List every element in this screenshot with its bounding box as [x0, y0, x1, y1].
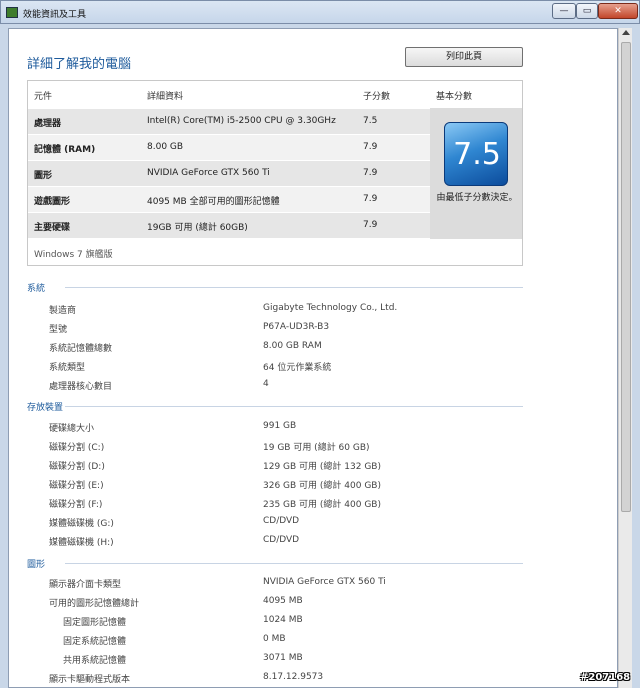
row-score: 7.9 — [363, 142, 378, 152]
section-title-graphics: 圖形 — [27, 560, 46, 570]
app-icon — [6, 7, 18, 18]
system-label: 系統記憶體總數 — [49, 344, 113, 354]
minimize-button[interactable]: — — [552, 3, 576, 19]
scrollbar-thumb[interactable] — [621, 42, 631, 512]
graphics-value: 3071 MB — [263, 653, 303, 663]
storage-label: 媒體磁碟機 (G:) — [49, 519, 114, 529]
row-component: 主要硬碟 — [34, 223, 71, 233]
graphics-label: 共用系統記憶體 — [63, 656, 127, 666]
storage-value: 235 GB 可用 (總計 400 GB) — [263, 500, 381, 510]
section-divider — [65, 287, 523, 288]
storage-value: 19 GB 可用 (總計 60 GB) — [263, 443, 370, 453]
storage-value: CD/DVD — [263, 516, 300, 526]
storage-label: 媒體磁碟機 (H:) — [49, 538, 114, 548]
row-component: 處理器 — [34, 119, 62, 129]
graphics-value: 8.17.12.9573 — [263, 672, 324, 682]
storage-label: 硬碟總大小 — [49, 424, 95, 434]
row-score: 7.9 — [363, 220, 378, 230]
base-score-note: 由最低子分數決定。 — [436, 193, 518, 203]
row-score: 7.9 — [363, 194, 378, 204]
rating-row: 記憶體 (RAM) 8.00 GB 7.9 — [28, 134, 430, 160]
header-subscore: 子分數 — [363, 92, 391, 102]
graphics-label: 顯示器介面卡類型 — [49, 580, 122, 590]
section-title-system: 系統 — [27, 284, 46, 294]
graphics-label: 固定系統記憶體 — [63, 637, 127, 647]
system-label: 系統類型 — [49, 363, 86, 373]
window-frame: 詳細了解我的電腦 列印此頁 元件 詳細資料 子分數 基本分數 處理器 Intel… — [0, 24, 640, 688]
storage-label: 磁碟分割 (E:) — [49, 481, 104, 491]
section-divider — [65, 406, 523, 407]
storage-label: 磁碟分割 (C:) — [49, 443, 105, 453]
page-title: 詳細了解我的電腦 — [27, 57, 132, 72]
base-score-value: 7.5 — [453, 137, 501, 172]
storage-value: 129 GB 可用 (總計 132 GB) — [263, 462, 381, 472]
system-label: 型號 — [49, 325, 68, 335]
print-button[interactable]: 列印此頁 — [405, 47, 523, 67]
row-component: 圖形 — [34, 171, 53, 181]
row-detail: NVIDIA GeForce GTX 560 Ti — [147, 168, 270, 178]
content-area: 詳細了解我的電腦 列印此頁 元件 詳細資料 子分數 基本分數 處理器 Intel… — [8, 28, 618, 688]
graphics-label: 顯示卡驅動程式版本 — [49, 675, 131, 685]
system-label: 製造商 — [49, 306, 77, 316]
graphics-value: 4095 MB — [263, 596, 303, 606]
close-button[interactable]: ✕ — [598, 3, 638, 19]
row-score: 7.9 — [363, 168, 378, 178]
rating-table: 元件 詳細資料 子分數 基本分數 處理器 Intel(R) Core(TM) i… — [27, 80, 523, 266]
section-title-storage: 存放裝置 — [27, 403, 64, 413]
vertical-scrollbar[interactable] — [618, 28, 632, 688]
row-score: 7.5 — [363, 116, 378, 126]
graphics-label: 固定圖形記憶體 — [63, 618, 127, 628]
section-divider — [65, 563, 523, 564]
window-titlebar: 效能資訊及工具 — ▭ ✕ — [0, 0, 640, 24]
graphics-label: 可用的圖形記憶體總計 — [49, 599, 140, 609]
storage-label: 磁碟分割 (F:) — [49, 500, 103, 510]
storage-value: 991 GB — [263, 421, 297, 431]
maximize-button[interactable]: ▭ — [576, 3, 598, 19]
storage-value: CD/DVD — [263, 535, 300, 545]
rating-row: 處理器 Intel(R) Core(TM) i5-2500 CPU @ 3.30… — [28, 108, 430, 134]
watermark: #207168 — [580, 672, 631, 683]
header-detail: 詳細資料 — [147, 92, 184, 102]
row-component: 記憶體 (RAM) — [34, 145, 96, 155]
row-detail: 8.00 GB — [147, 142, 184, 152]
system-value: 8.00 GB RAM — [263, 341, 322, 351]
system-value: P67A-UD3R-B3 — [263, 322, 330, 332]
system-value: 64 位元作業系統 — [263, 363, 332, 373]
rating-row: 主要硬碟 19GB 可用 (總計 60GB) 7.9 — [28, 212, 430, 238]
row-component: 遊戲圖形 — [34, 197, 71, 207]
system-value: Gigabyte Technology Co., Ltd. — [263, 303, 398, 313]
row-detail: 4095 MB 全部可用的圖形記憶體 — [147, 197, 280, 207]
row-detail: 19GB 可用 (總計 60GB) — [147, 223, 248, 233]
storage-value: 326 GB 可用 (總計 400 GB) — [263, 481, 381, 491]
storage-label: 磁碟分割 (D:) — [49, 462, 105, 472]
graphics-value: NVIDIA GeForce GTX 560 Ti — [263, 577, 386, 587]
system-value: 4 — [263, 379, 269, 389]
base-score-panel: 7.5 由最低子分數決定。 — [430, 108, 522, 239]
graphics-value: 0 MB — [263, 634, 286, 644]
rating-row: 遊戲圖形 4095 MB 全部可用的圖形記憶體 7.9 — [28, 186, 430, 212]
windows-edition: Windows 7 旗艦版 — [34, 250, 113, 260]
window-title: 效能資訊及工具 — [23, 10, 87, 20]
base-score-badge: 7.5 — [444, 122, 508, 186]
header-component: 元件 — [34, 92, 53, 102]
scroll-up-icon[interactable] — [622, 30, 630, 35]
graphics-value: 1024 MB — [263, 615, 303, 625]
header-base: 基本分數 — [436, 92, 473, 102]
system-label: 處理器核心數目 — [49, 382, 113, 392]
rating-row: 圖形 NVIDIA GeForce GTX 560 Ti 7.9 — [28, 160, 430, 186]
row-detail: Intel(R) Core(TM) i5-2500 CPU @ 3.30GHz — [147, 116, 336, 126]
